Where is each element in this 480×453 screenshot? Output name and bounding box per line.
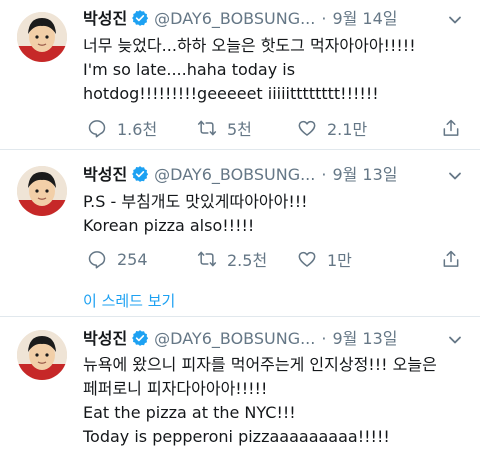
tweet-text-line: I'm so late....haha today is — [83, 60, 296, 79]
share-button[interactable] — [441, 116, 471, 140]
display-name[interactable]: 박성진 — [83, 9, 127, 28]
retweet-button[interactable]: 2.5천 — [197, 247, 267, 271]
avatar-image — [17, 12, 67, 62]
share-icon — [443, 250, 459, 267]
tweet-text-line: hotdog!!!!!!!!!geeeeet iiiiitttttttt!!!!… — [83, 84, 379, 103]
verified-badge-icon — [132, 330, 149, 346]
chevron-down-icon[interactable] — [448, 13, 462, 27]
action-bar: 254 2.5천 1만 — [83, 247, 473, 271]
display-name[interactable]: 박성진 — [83, 165, 127, 184]
like-button[interactable]: 1만 — [297, 247, 352, 271]
avatar-image — [17, 330, 67, 380]
reply-count: 1.6천 — [117, 120, 158, 139]
timestamp[interactable]: 9월 14일 — [332, 9, 397, 28]
retweet-icon — [197, 120, 217, 136]
verified-badge-icon — [132, 10, 149, 26]
reply-button[interactable]: 1.6천 — [87, 116, 157, 140]
tweet-text-line: Eat the pizza at the NYC!!! — [83, 403, 296, 422]
tweet-header: 박성진 @DAY6_BOBSUNG... · 9월 13일 — [83, 164, 398, 186]
tweet-text: 뉴욕에 왔으니 피자를 먹어주는게 인지상정!!! 오늘은 페퍼로니 피자다아아… — [83, 353, 473, 449]
tweet-text-line: Today is pepperoni pizzaaaaaaaaa!!!!! — [83, 427, 390, 446]
display-name[interactable]: 박성진 — [83, 329, 127, 348]
retweet-count: 5천 — [227, 120, 252, 139]
chevron-down-icon[interactable] — [448, 333, 462, 347]
tweet-3[interactable]: 박성진 @DAY6_BOBSUNG... · 9월 13일 뉴욕에 왔으니 피자를 먹… — [0, 317, 480, 453]
tweet-text-line: 페퍼로니 피자다아아아!!!!! — [83, 379, 268, 398]
like-count: 2.1만 — [327, 120, 368, 139]
timestamp[interactable]: 9월 13일 — [332, 329, 397, 348]
tweet-header: 박성진 @DAY6_BOBSUNG... · 9월 14일 — [83, 8, 398, 30]
tweet-header: 박성진 @DAY6_BOBSUNG... · 9월 13일 — [83, 328, 398, 350]
retweet-icon — [197, 251, 217, 267]
separator-dot: · — [321, 165, 327, 184]
tweet-text: P.S - 부침개도 맛있게따아아아!!! Korean pizza also!… — [83, 190, 473, 238]
share-icon — [443, 119, 459, 136]
handle[interactable]: @DAY6_BOBSUNG... — [154, 329, 315, 348]
separator-dot: · — [321, 9, 327, 28]
avatar[interactable] — [17, 330, 67, 380]
action-bar: 1.6천 5천 2.1만 — [83, 116, 473, 140]
separator-dot: · — [321, 329, 327, 348]
reply-icon — [88, 120, 106, 138]
chevron-down-icon[interactable] — [448, 169, 462, 183]
show-thread-link[interactable]: 이 스레드 보기 — [83, 290, 175, 311]
like-icon — [298, 120, 316, 136]
tweet-text-line: 너무 늦었다...하하 오늘은 핫도그 먹자아아아!!!!! — [83, 36, 416, 55]
verified-badge-icon — [132, 166, 149, 182]
handle[interactable]: @DAY6_BOBSUNG... — [154, 9, 315, 28]
tweet-text: 너무 늦었다...하하 오늘은 핫도그 먹자아아아!!!!! I'm so la… — [83, 34, 473, 106]
tweet-text-line: 뉴욕에 왔으니 피자를 먹어주는게 인지상정!!! 오늘은 — [83, 355, 437, 374]
tweet-1[interactable]: 박성진 @DAY6_BOBSUNG... · 9월 14일 너무 늦었다...하하 오… — [0, 0, 480, 150]
share-button[interactable] — [441, 247, 471, 271]
like-count: 1만 — [327, 251, 352, 270]
avatar-image — [17, 166, 67, 216]
retweet-button[interactable]: 5천 — [197, 116, 252, 140]
like-icon — [298, 251, 316, 267]
tweet-2[interactable]: 박성진 @DAY6_BOBSUNG... · 9월 13일 P.S - 부침개도 맛있… — [0, 150, 480, 316]
reply-icon — [88, 251, 106, 269]
reply-button[interactable]: 254 — [87, 247, 148, 271]
handle[interactable]: @DAY6_BOBSUNG... — [154, 165, 315, 184]
reply-count: 254 — [117, 249, 148, 269]
retweet-count: 2.5천 — [227, 251, 268, 270]
like-button[interactable]: 2.1만 — [297, 116, 367, 140]
avatar[interactable] — [17, 166, 67, 216]
tweet-text-line: P.S - 부침개도 맛있게따아아아!!! — [83, 192, 308, 211]
tweet-text-line: Korean pizza also!!!!! — [83, 216, 255, 235]
timestamp[interactable]: 9월 13일 — [332, 165, 397, 184]
avatar[interactable] — [17, 12, 67, 62]
